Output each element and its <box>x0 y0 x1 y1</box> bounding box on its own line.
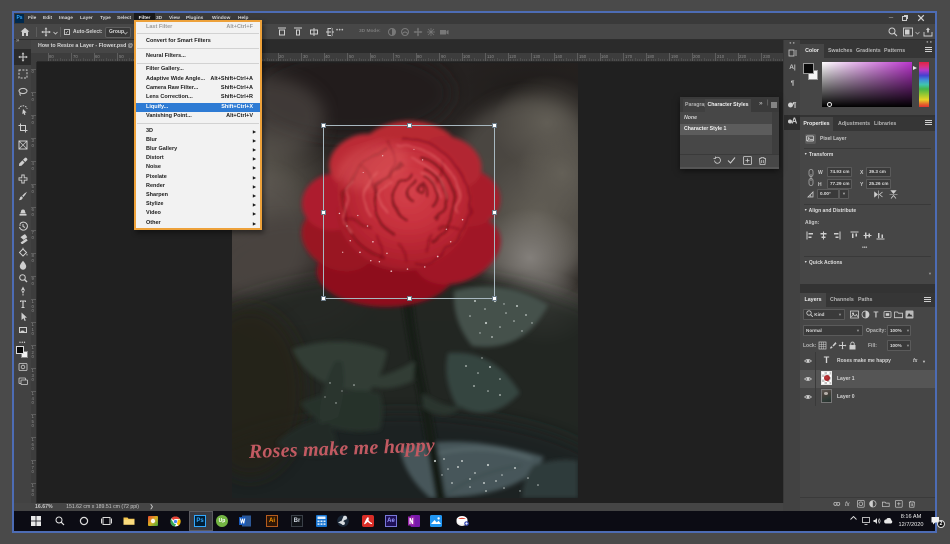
svg-text:A: A <box>791 117 797 126</box>
svg-text:T: T <box>874 311 879 320</box>
svg-text:fx: fx <box>845 502 851 508</box>
svg-text:¶: ¶ <box>793 102 797 109</box>
